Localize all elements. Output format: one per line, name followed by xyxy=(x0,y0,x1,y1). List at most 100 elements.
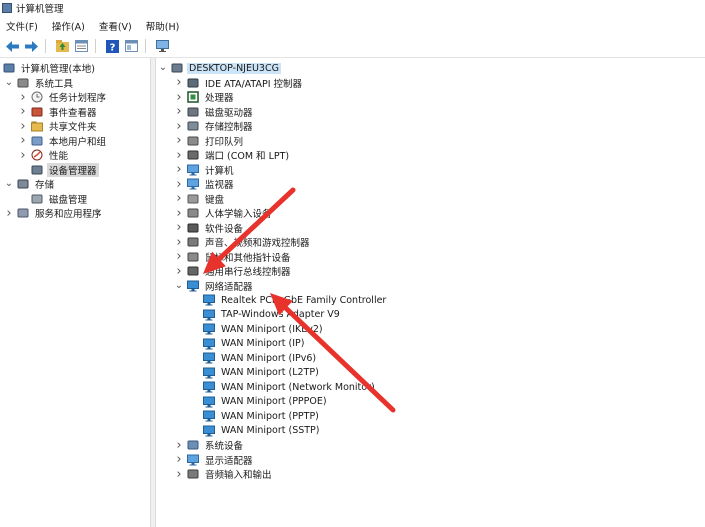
chevron-right-icon[interactable]: › xyxy=(18,90,28,105)
device-category[interactable]: › 系统设备 xyxy=(174,438,245,453)
device-category[interactable]: › 处理器 xyxy=(174,90,236,105)
nav-item[interactable]: › 服务和应用程序 xyxy=(4,206,104,221)
chevron-right-icon[interactable]: › xyxy=(174,162,184,177)
back-icon[interactable] xyxy=(5,39,19,53)
device-category[interactable]: › 鼠标和其他指针设备 xyxy=(174,249,293,264)
toolbar-separator xyxy=(145,39,146,53)
device-category[interactable]: ⌄ 网络适配器 xyxy=(174,279,255,293)
chevron-down-icon[interactable]: ⌄ xyxy=(4,77,14,87)
chevron-right-icon[interactable]: › xyxy=(174,452,184,467)
tree-item-label: 监视器 xyxy=(205,180,234,191)
device-category[interactable]: › 端口 (COM 和 LPT) xyxy=(174,148,291,163)
network-adapter-item[interactable]: TAP-Windows Adapter V9 xyxy=(190,308,342,322)
navigation-tree: 计算机管理(本地) ⌄ 系统工具 › 任务计划程序 › 事件查看器 › 共享文件夹 › 本地用户和组… xyxy=(0,58,150,527)
properties-icon[interactable] xyxy=(74,39,88,53)
chevron-right-icon[interactable]: › xyxy=(4,206,14,221)
menu-action[interactable]: 操作(A) xyxy=(46,19,93,33)
window-title: 计算机管理 xyxy=(16,4,64,15)
monitor-icon[interactable] xyxy=(155,39,169,53)
chevron-right-icon[interactable]: › xyxy=(174,177,184,192)
chevron-right-icon[interactable]: › xyxy=(174,104,184,119)
chevron-right-icon[interactable]: › xyxy=(174,264,184,279)
sound-icon xyxy=(187,236,199,248)
nav-item[interactable]: › 性能 xyxy=(18,148,70,163)
menu-file[interactable]: 文件(F) xyxy=(0,19,46,33)
folder-up-icon[interactable] xyxy=(55,39,69,53)
view-icon[interactable] xyxy=(124,39,138,53)
tree-item-label: 音频输入和输出 xyxy=(205,470,272,481)
device-category[interactable]: › 人体学输入设备 xyxy=(174,206,274,221)
device-category[interactable]: › 存储控制器 xyxy=(174,119,255,134)
menu-help[interactable]: 帮助(H) xyxy=(140,19,188,33)
tree-item-label: 端口 (COM 和 LPT) xyxy=(205,151,290,162)
network-adapter-item[interactable]: WAN Miniport (IKEv2) xyxy=(190,322,325,336)
device-category[interactable]: › IDE ATA/ATAPI 控制器 xyxy=(174,75,304,90)
chevron-right-icon[interactable]: › xyxy=(18,133,28,148)
software-device-icon xyxy=(187,222,199,234)
device-category[interactable]: › 音频输入和输出 xyxy=(174,467,274,482)
chevron-right-icon[interactable]: › xyxy=(174,467,184,482)
chevron-right-icon[interactable]: › xyxy=(174,75,184,90)
network-adapter-item[interactable]: WAN Miniport (IPv6) xyxy=(190,351,318,365)
menu-view[interactable]: 查看(V) xyxy=(93,19,140,33)
tree-item-label: 处理器 xyxy=(205,93,234,104)
event-viewer-icon xyxy=(31,106,43,118)
tree-item-label: 显示适配器 xyxy=(205,455,253,467)
chevron-right-icon[interactable]: › xyxy=(174,235,184,250)
nav-item[interactable]: › 事件查看器 xyxy=(18,104,99,119)
device-category[interactable]: › 显示适配器 xyxy=(174,452,255,467)
nav-item[interactable]: ⌄ 系统工具 xyxy=(4,76,75,90)
chevron-down-icon[interactable]: ⌄ xyxy=(4,179,14,189)
tree-item-label: 人体学输入设备 xyxy=(205,209,272,220)
chevron-right-icon[interactable]: › xyxy=(174,438,184,453)
help-icon[interactable]: ? xyxy=(105,39,119,53)
device-category[interactable]: › 键盘 xyxy=(174,191,226,206)
chevron-right-icon[interactable]: › xyxy=(174,206,184,221)
chevron-right-icon[interactable]: › xyxy=(18,104,28,119)
device-category[interactable]: › 通用串行总线控制器 xyxy=(174,264,293,279)
network-adapter-item[interactable]: WAN Miniport (L2TP) xyxy=(190,366,321,380)
nav-item[interactable]: 磁盘管理 xyxy=(18,192,89,206)
network-adapter-item[interactable]: WAN Miniport (IP) xyxy=(190,337,306,351)
chevron-right-icon[interactable]: › xyxy=(174,220,184,235)
tree-item-label: 服务和应用程序 xyxy=(35,209,102,220)
tree-item-label: 存储 xyxy=(35,180,55,191)
device-category[interactable]: › 声音、视频和游戏控制器 xyxy=(174,235,312,250)
nav-item[interactable]: ⌄ 存储 xyxy=(4,177,56,192)
chevron-right-icon[interactable]: › xyxy=(174,148,184,163)
network-adapter-item[interactable]: WAN Miniport (Network Monitor) xyxy=(190,380,377,394)
device-category[interactable]: › 软件设备 xyxy=(174,220,245,235)
device-category[interactable]: › 监视器 xyxy=(174,177,236,192)
device-tree-root[interactable]: ⌄ DESKTOP-NJEU3CG xyxy=(158,61,281,75)
nav-item[interactable]: 计算机管理(本地) xyxy=(0,61,97,75)
chevron-down-icon[interactable]: ⌄ xyxy=(158,63,168,73)
tree-item-label: WAN Miniport (Network Monitor) xyxy=(221,381,375,393)
network-adapter-item[interactable]: WAN Miniport (SSTP) xyxy=(190,424,322,438)
network-adapter-item[interactable]: WAN Miniport (PPTP) xyxy=(190,409,321,423)
nav-item[interactable]: › 任务计划程序 xyxy=(18,90,108,105)
nav-item[interactable]: › 共享文件夹 xyxy=(18,119,99,134)
chevron-right-icon[interactable]: › xyxy=(174,249,184,264)
printer-icon xyxy=(187,135,199,147)
chevron-right-icon[interactable]: › xyxy=(174,90,184,105)
network-adapter-item[interactable]: WAN Miniport (PPPOE) xyxy=(190,395,329,409)
chevron-down-icon[interactable]: ⌄ xyxy=(174,280,184,290)
shared-folder-icon xyxy=(31,120,43,132)
chevron-right-icon[interactable]: › xyxy=(18,119,28,134)
chevron-right-icon[interactable]: › xyxy=(174,191,184,206)
forward-icon[interactable] xyxy=(24,39,38,53)
chevron-right-icon[interactable]: › xyxy=(174,119,184,134)
nav-item[interactable]: › 本地用户和组 xyxy=(18,133,108,148)
device-category[interactable]: › 打印队列 xyxy=(174,133,245,148)
device-category[interactable]: › 磁盘驱动器 xyxy=(174,104,255,119)
chevron-right-icon[interactable]: › xyxy=(174,133,184,148)
tree-item-label: 任务计划程序 xyxy=(49,93,107,104)
chevron-right-icon[interactable]: › xyxy=(18,148,28,163)
computer-management-icon xyxy=(3,62,15,74)
device-category[interactable]: › 计算机 xyxy=(174,162,236,177)
network-adapter-item[interactable]: Realtek PCIe GbE Family Controller xyxy=(190,293,388,307)
tree-item-label: IDE ATA/ATAPI 控制器 xyxy=(205,78,303,90)
network-card-icon xyxy=(203,294,215,306)
tree-item-label: Realtek PCIe GbE Family Controller xyxy=(221,294,387,306)
nav-item[interactable]: 设备管理器 xyxy=(18,162,99,177)
